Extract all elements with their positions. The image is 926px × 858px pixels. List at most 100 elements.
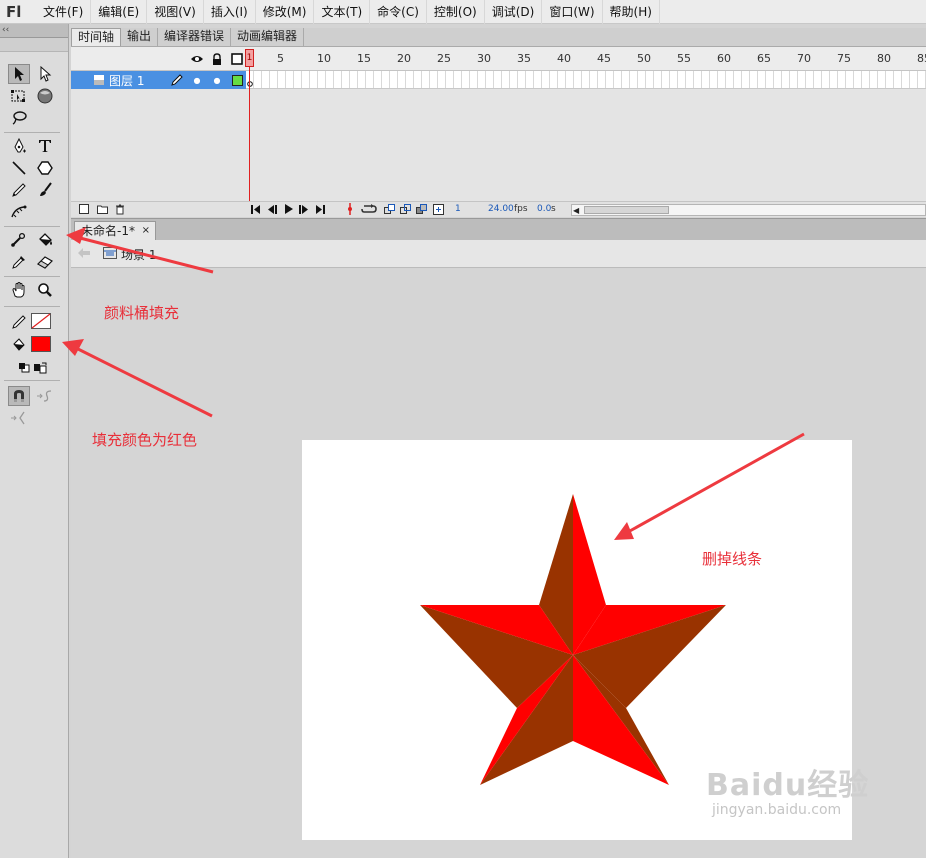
annotation-fill-red: 填充颜色为红色	[92, 431, 198, 449]
elapsed-time-readout[interactable]: 0.0	[537, 204, 551, 214]
selection-tool-icon[interactable]	[8, 64, 30, 84]
swap-colors-icon[interactable]	[30, 358, 52, 378]
flash-ide-window: Fl 文件(F) 编辑(E) 视图(V) 插入(I) 修改(M) 文本(T) 命…	[0, 0, 926, 858]
show-hide-all-icon[interactable]	[189, 50, 205, 68]
fps-readout[interactable]: 24.00	[488, 204, 514, 214]
menu-commands[interactable]: 命令(C)	[370, 0, 427, 24]
playhead[interactable]: 1	[245, 49, 254, 67]
onion-skin-outlines-icon[interactable]	[399, 202, 413, 216]
fill-color-icon	[8, 335, 30, 355]
menu-modify[interactable]: 修改(M)	[256, 0, 315, 24]
smooth-icon[interactable]	[34, 386, 56, 406]
scene-icon	[101, 245, 119, 261]
watermark-url: jingyan.baidu.com	[712, 802, 842, 818]
bone-tool-icon[interactable]	[8, 230, 30, 250]
free-transform-tool-icon[interactable]	[8, 86, 30, 106]
current-frame-readout[interactable]: 1	[455, 204, 461, 214]
menu-debug[interactable]: 调试(D)	[485, 0, 543, 24]
next-frame-icon[interactable]	[297, 202, 311, 216]
previous-frame-icon[interactable]	[265, 202, 279, 216]
zoom-tool-icon[interactable]	[34, 280, 56, 300]
text-tool-icon[interactable]	[34, 136, 56, 156]
ruler-number: 40	[557, 52, 571, 65]
tools-divider	[4, 306, 60, 307]
hand-tool-icon[interactable]	[8, 280, 30, 300]
lock-all-icon[interactable]	[209, 50, 225, 68]
outline-all-icon[interactable]	[229, 50, 245, 68]
tools-panel-grip[interactable]	[0, 38, 68, 52]
modify-onion-markers-icon[interactable]	[431, 202, 445, 216]
last-frame-icon[interactable]	[313, 202, 327, 216]
scene-name[interactable]: 场景 1	[121, 246, 156, 263]
menu-help[interactable]: 帮助(H)	[603, 0, 660, 24]
lasso-tool-icon[interactable]	[8, 108, 30, 128]
annotation-remove-lines: 删掉线条	[702, 550, 763, 568]
timeline-panel-tabs: 时间轴 输出 编译器错误 动画编辑器	[71, 28, 926, 46]
pen-tool-icon[interactable]	[8, 136, 30, 156]
new-layer-icon[interactable]	[77, 202, 91, 216]
paint-bucket-tool-icon[interactable]	[34, 230, 56, 250]
straighten-icon[interactable]	[8, 408, 30, 428]
fill-color-swatch[interactable]	[30, 335, 52, 353]
eyedropper-tool-icon[interactable]	[8, 252, 30, 272]
keyframe-icon[interactable]	[247, 76, 253, 87]
edit-multiple-frames-icon[interactable]	[415, 202, 429, 216]
center-frame-icon[interactable]	[343, 202, 357, 216]
subselection-tool-icon[interactable]	[34, 64, 56, 84]
new-folder-icon[interactable]	[95, 202, 109, 216]
ruler-number: 65	[757, 52, 771, 65]
menu-control[interactable]: 控制(O)	[427, 0, 485, 24]
ruler-number: 25	[437, 52, 451, 65]
tab-compiler-errors[interactable]: 编译器错误	[158, 28, 232, 46]
document-tab[interactable]: 未命名-1* ×	[74, 221, 156, 241]
ruler-number: 35	[517, 52, 531, 65]
snap-to-objects-icon[interactable]	[8, 386, 30, 406]
onion-skin-icon[interactable]	[383, 202, 397, 216]
layer-lock-dot-icon[interactable]: ●	[209, 72, 225, 88]
first-frame-icon[interactable]	[249, 202, 263, 216]
pencil-tool-icon[interactable]	[8, 180, 30, 200]
menu-edit[interactable]: 编辑(E)	[91, 0, 148, 24]
brush-tool-icon[interactable]	[34, 180, 56, 200]
3d-rotation-tool-icon[interactable]	[34, 86, 56, 106]
menu-text[interactable]: 文本(T)	[314, 0, 371, 24]
ruler-number: 45	[597, 52, 611, 65]
layer-row[interactable]: 图层 1 ● ●	[71, 71, 246, 89]
loop-icon[interactable]	[359, 202, 379, 216]
stroke-color-icon	[8, 312, 30, 332]
document-title: 未命名-1*	[81, 224, 135, 238]
eraser-tool-icon[interactable]	[34, 252, 56, 272]
line-tool-icon[interactable]	[8, 158, 30, 178]
tab-motion-editor[interactable]: 动画编辑器	[231, 28, 305, 46]
ruler-number: 75	[837, 52, 851, 65]
deco-tool-icon[interactable]	[8, 202, 30, 222]
pencil-icon	[169, 72, 185, 88]
menu-view[interactable]: 视图(V)	[147, 0, 204, 24]
scrollbar-thumb[interactable]	[584, 206, 669, 214]
delete-layer-icon[interactable]	[113, 202, 127, 216]
close-icon[interactable]: ×	[142, 222, 150, 240]
edit-bar: 场景 1	[71, 240, 926, 268]
menu-window[interactable]: 窗口(W)	[542, 0, 603, 24]
menu-insert[interactable]: 插入(I)	[204, 0, 256, 24]
layer-name[interactable]: 图层 1	[109, 72, 144, 89]
layer-frames[interactable]	[246, 71, 926, 89]
stroke-color-swatch[interactable]	[30, 312, 52, 330]
tab-timeline[interactable]: 时间轴	[71, 28, 122, 46]
play-icon[interactable]	[281, 202, 295, 216]
layer-outline-color-icon[interactable]	[229, 72, 245, 88]
ruler-number: 15	[357, 52, 371, 65]
ruler-number: 55	[677, 52, 691, 65]
menu-file[interactable]: 文件(F)	[36, 0, 92, 24]
polystar-tool-icon[interactable]	[34, 158, 56, 178]
back-arrow-icon[interactable]	[75, 244, 93, 262]
five-pointed-star[interactable]	[420, 494, 726, 785]
tab-output[interactable]: 输出	[121, 28, 159, 46]
timeline-horizontal-scrollbar[interactable]: ◀	[571, 204, 926, 216]
menu-bar: Fl 文件(F) 编辑(E) 视图(V) 插入(I) 修改(M) 文本(T) 命…	[0, 0, 926, 24]
frame-ruler[interactable]: 5 10 15 20 25 30 35 40 45 50 55 60 65 70…	[246, 47, 926, 71]
scroll-left-icon[interactable]: ◀	[573, 206, 579, 215]
layer-visible-dot-icon[interactable]: ●	[189, 72, 205, 88]
tools-collapse-button[interactable]: ‹‹	[0, 24, 68, 38]
tools-divider	[4, 380, 60, 381]
